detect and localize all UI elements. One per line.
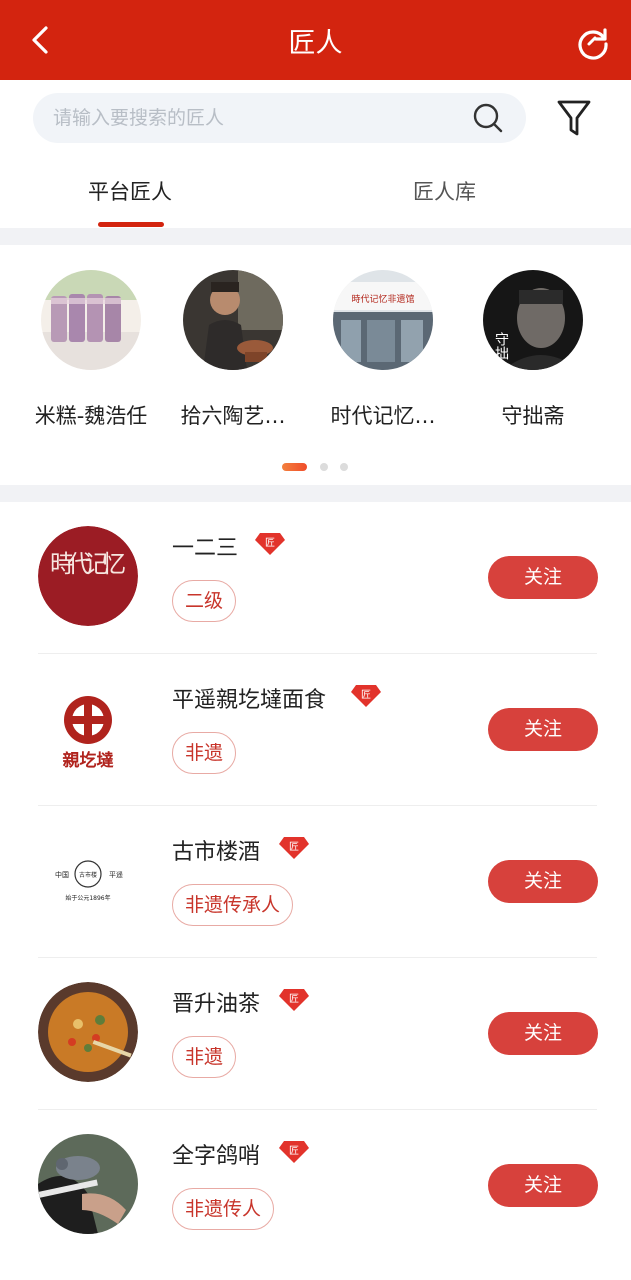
craftsman-name: 一二三 xyxy=(172,536,239,561)
list-item[interactable]: 時代记忆 一二三 匠 二级 关注 xyxy=(0,502,631,654)
svg-text:匠: 匠 xyxy=(289,1145,299,1157)
pagination-dot[interactable] xyxy=(320,463,328,471)
tab-craftsmen-library[interactable]: 匠人库 xyxy=(413,176,476,206)
carousel-avatar-museum: 時代记忆非遗馆 xyxy=(333,270,433,370)
list-item[interactable]: 中国 古市楼 平遥 始于公元1896年 古市楼酒 匠 非遗传承人 关注 xyxy=(0,806,631,958)
logo-text-bottom: 始于公元1896年 xyxy=(65,894,110,902)
carousel-avatar-rice-cake xyxy=(41,270,141,370)
follow-button[interactable]: 关注 xyxy=(488,860,598,903)
carousel-item-name: 守拙斋 xyxy=(501,404,565,428)
craftsman-avatar: 親圪墶 xyxy=(38,678,138,778)
svg-text:匠: 匠 xyxy=(265,537,275,549)
svg-text:匠: 匠 xyxy=(289,993,299,1005)
craftsman-badge-icon: 匠 xyxy=(279,1141,309,1163)
craftsman-badge-icon: 匠 xyxy=(255,533,285,555)
craftsman-avatar: 中国 古市楼 平遥 始于公元1896年 xyxy=(38,830,138,930)
logo-calligraphy-text: 時代记忆 xyxy=(50,550,126,578)
tab-bar: 平台匠人 匠人库 xyxy=(0,156,631,228)
carousel-portrait-overlay-text: 守拙 xyxy=(493,332,509,361)
craftsman-badge-icon: 匠 xyxy=(279,837,309,859)
carousel-item-name: 拾六陶艺… xyxy=(180,404,286,428)
craftsman-name: 晋升油茶 xyxy=(172,992,261,1017)
craftsman-avatar: 時代记忆 xyxy=(38,526,138,626)
logo-text-center: 古市楼 xyxy=(79,871,97,879)
featured-craftsmen-carousel: 米糕-魏浩任 拾六陶艺… 時代记忆非遗馆 时代记忆… 守拙 守拙斋 xyxy=(0,245,631,485)
follow-button[interactable]: 关注 xyxy=(488,1164,598,1207)
pagination-dot-active[interactable] xyxy=(282,463,307,471)
carousel-avatar-portrait: 守拙 xyxy=(483,270,583,370)
tab-platform-craftsmen[interactable]: 平台匠人 xyxy=(88,176,172,206)
carousel-item-name: 时代记忆… xyxy=(330,404,436,428)
logo-text-left: 中国 xyxy=(55,870,69,879)
refresh-icon[interactable] xyxy=(575,24,611,60)
carousel-item-name: 米糕-魏浩任 xyxy=(34,404,148,428)
pagination-dot[interactable] xyxy=(340,463,348,471)
follow-button[interactable]: 关注 xyxy=(488,556,598,599)
logo-brand-text: 親圪墶 xyxy=(63,750,114,771)
craftsman-avatar xyxy=(38,1134,138,1234)
logo-text-right: 平遥 xyxy=(109,870,123,879)
search-input[interactable]: 请输入要搜索的匠人 xyxy=(33,93,526,143)
list-item[interactable]: 親圪墶 平遥親圪墶面食 匠 非遗 关注 xyxy=(0,654,631,806)
section-divider xyxy=(0,228,631,245)
craftsman-level-tag: 非遗 xyxy=(172,732,237,774)
craftsman-level-tag: 非遗 xyxy=(172,1036,237,1078)
svg-text:匠: 匠 xyxy=(361,689,371,701)
search-placeholder: 请输入要搜索的匠人 xyxy=(53,107,225,129)
carousel-avatar-pottery xyxy=(183,270,283,370)
craftsman-name: 全字鸽哨 xyxy=(172,1144,261,1169)
filter-funnel-icon[interactable] xyxy=(556,98,592,138)
craftsman-level-tag: 非遗传承人 xyxy=(172,884,294,926)
active-tab-indicator xyxy=(98,222,164,227)
carousel-museum-sign-text: 時代记忆非遗馆 xyxy=(351,293,414,305)
craftsman-name: 古市楼酒 xyxy=(172,840,261,865)
craftsman-avatar xyxy=(38,982,138,1082)
list-item[interactable]: 全字鸽哨 匠 非遗传人 关注 xyxy=(0,1110,631,1262)
craftsman-name: 平遥親圪墶面食 xyxy=(172,688,327,713)
search-bar-row: 请输入要搜索的匠人 xyxy=(0,80,631,156)
search-icon[interactable] xyxy=(472,102,504,134)
app-header: 匠人 xyxy=(0,0,631,80)
craftsman-badge-icon: 匠 xyxy=(279,989,309,1011)
craftsman-level-tag: 非遗传人 xyxy=(172,1188,275,1230)
svg-text:匠: 匠 xyxy=(289,841,299,853)
list-item[interactable]: 晋升油茶 匠 非遗 关注 xyxy=(0,958,631,1110)
follow-button[interactable]: 关注 xyxy=(488,1012,598,1055)
craftsman-badge-icon: 匠 xyxy=(351,685,381,707)
craftsman-level-tag: 二级 xyxy=(172,580,237,622)
page-title: 匠人 xyxy=(288,28,343,59)
follow-button[interactable]: 关注 xyxy=(488,708,598,751)
section-divider xyxy=(0,485,631,502)
